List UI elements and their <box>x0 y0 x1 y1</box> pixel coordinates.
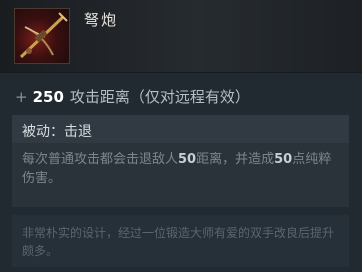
lore-text: 非常朴实的设计，经过一位锻造大师有爱的双手改良后提升颇多。 <box>22 226 335 258</box>
item-name: 弩炮 <box>84 11 119 29</box>
ability-title: 被动：击退 <box>22 124 92 140</box>
item-tooltip: 弩炮 +250 攻击距离（仅对远程有效） 被动：击退 每次普通攻击都会击退敌人50… <box>0 0 362 272</box>
knockback-distance: 50 <box>178 152 197 167</box>
attribute-row: +250 攻击距离（仅对远程有效） <box>15 86 250 107</box>
attribute-value: 250 <box>32 88 64 106</box>
tooltip-header: 弩炮 <box>0 0 362 72</box>
lore-box: 非常朴实的设计，经过一位锻造大师有爱的双手改良后提升颇多。 <box>12 215 349 267</box>
ability-box: 被动：击退 每次普通攻击都会击退敌人50距离，并造成50点纯粹伤害。 <box>12 115 349 207</box>
ability-desc-text: 距离，并造成 <box>196 152 275 167</box>
ability-description: 每次普通攻击都会击退敌人50距离，并造成50点纯粹伤害。 <box>22 150 342 188</box>
ability-desc-text: 每次普通攻击都会击退敌人 <box>22 152 179 167</box>
ability-header: 被动：击退 <box>12 115 349 143</box>
ballista-icon <box>14 8 70 64</box>
attribute-prefix: + <box>15 88 28 106</box>
pure-damage-value: 50 <box>274 152 293 167</box>
attribute-label: 攻击距离（仅对远程有效） <box>69 88 250 106</box>
header-divider <box>0 72 362 73</box>
